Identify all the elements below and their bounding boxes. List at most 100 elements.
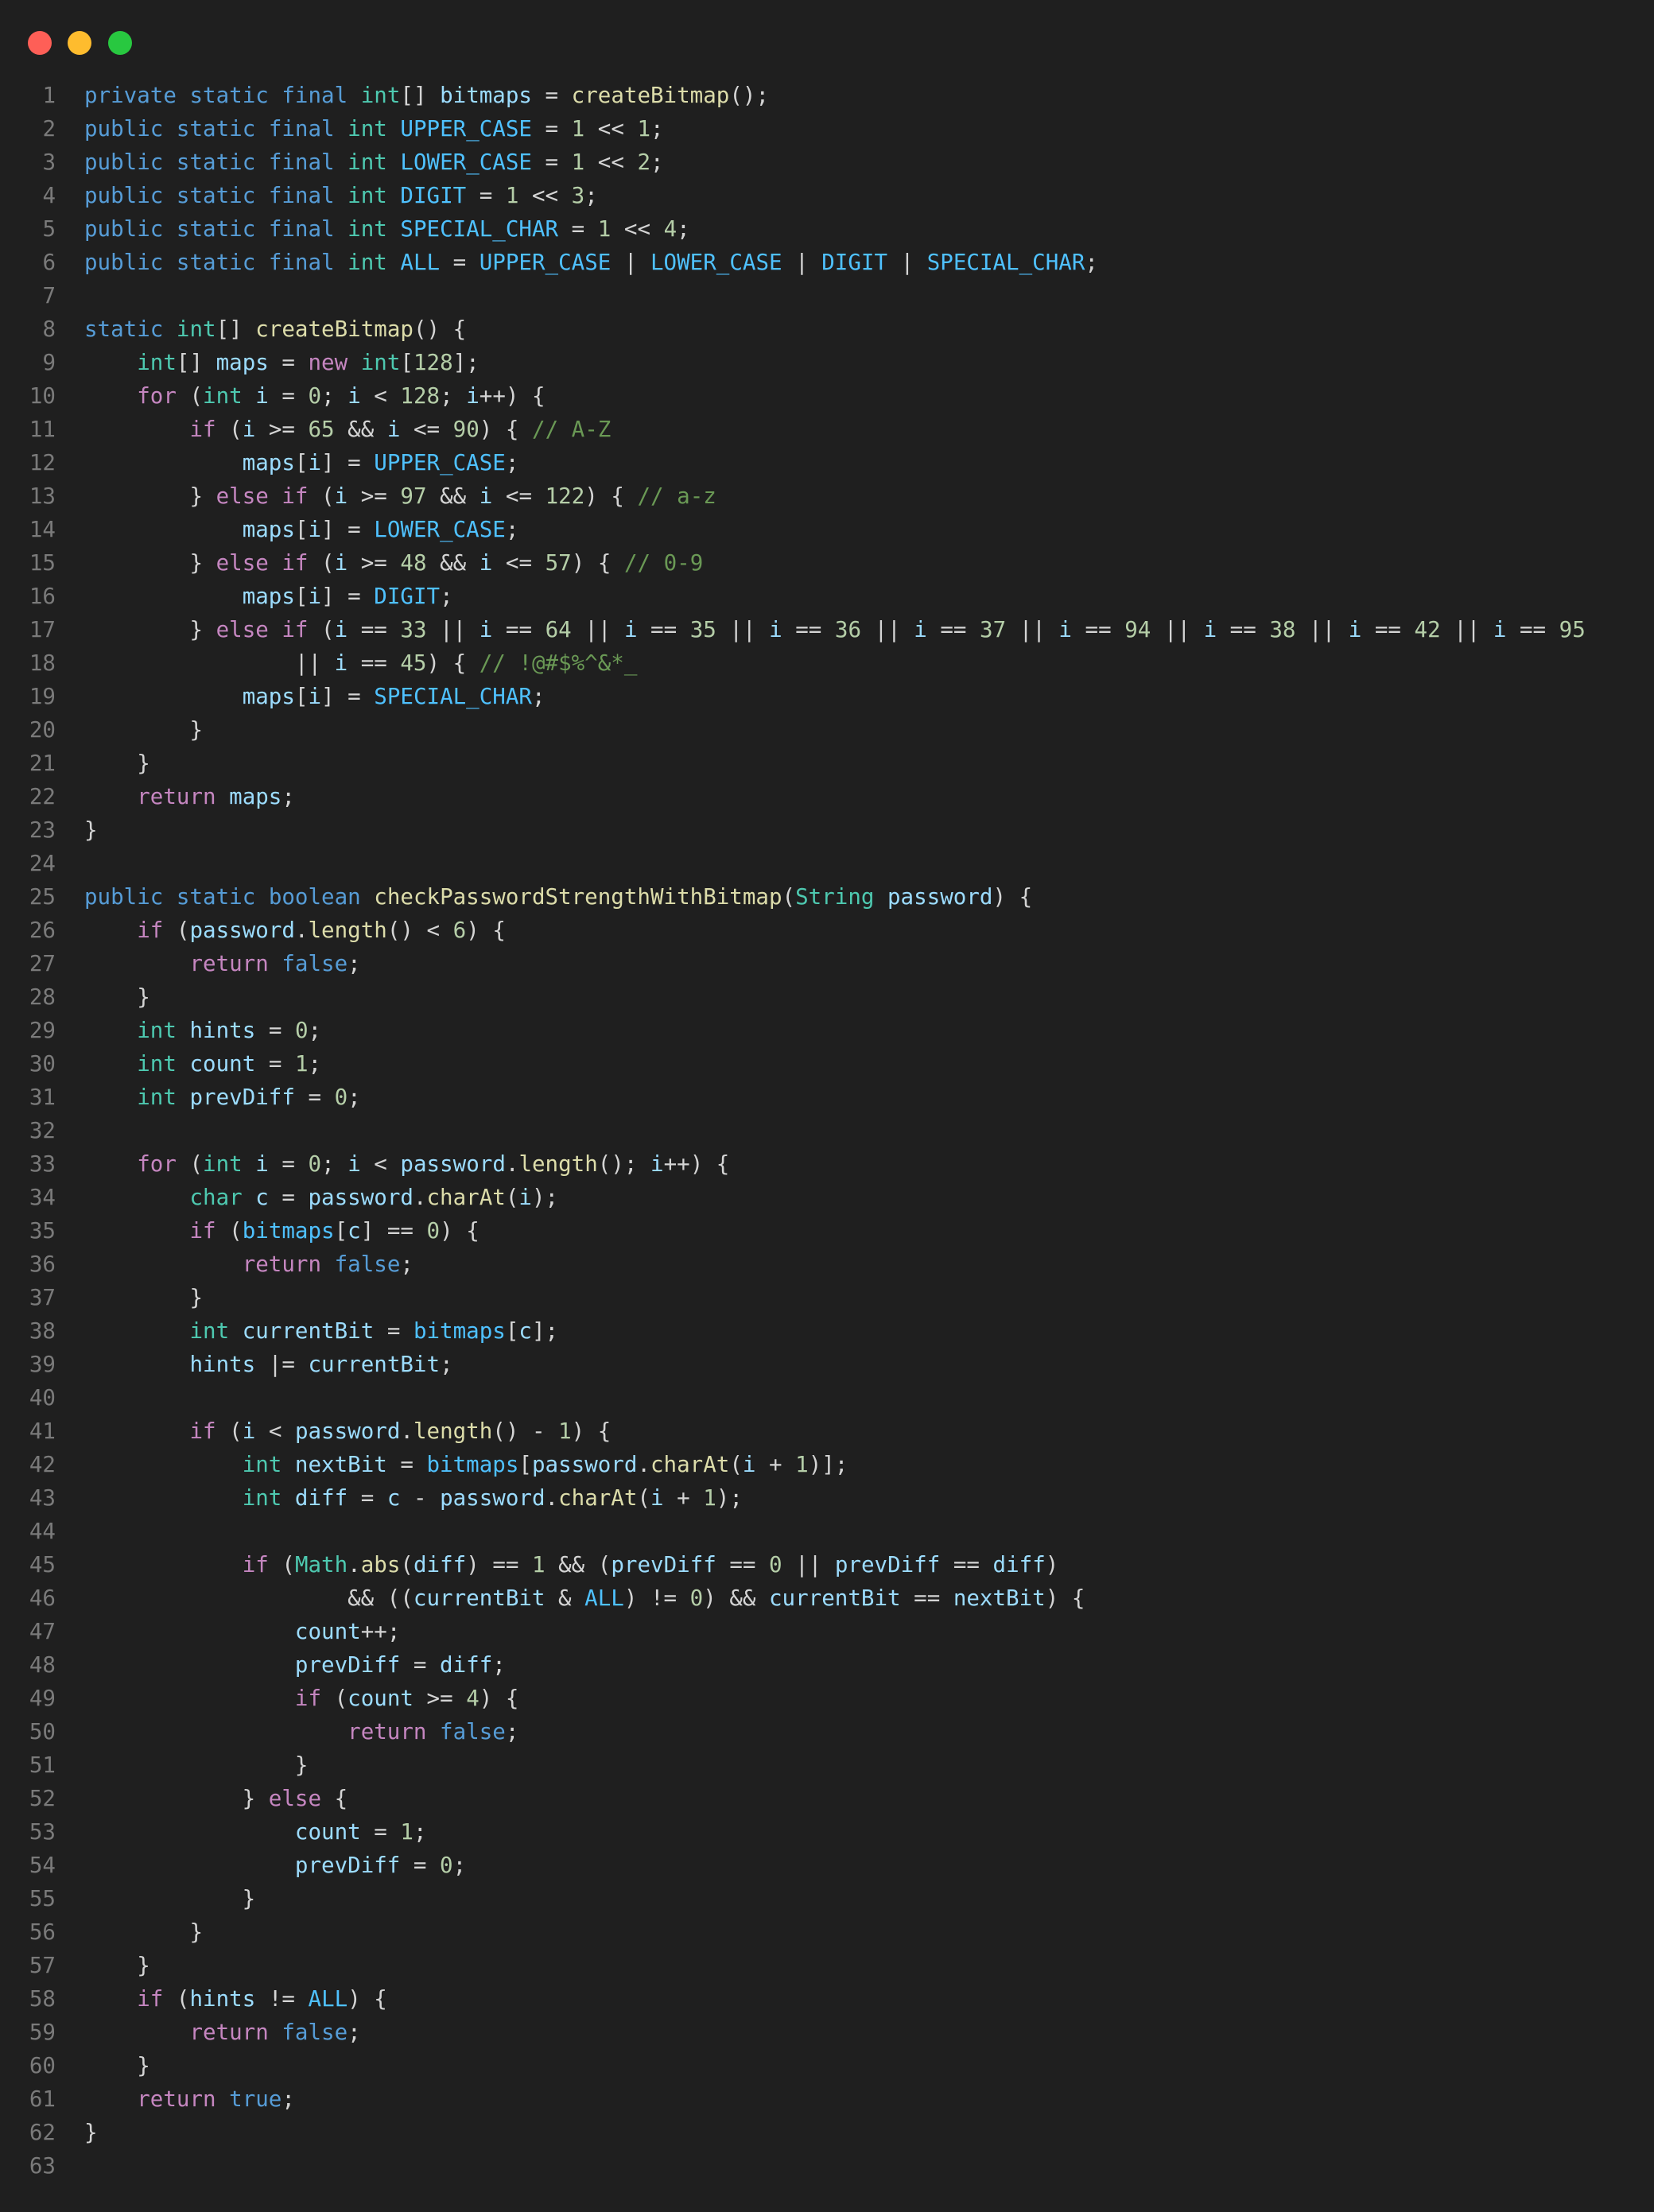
code-token: int <box>347 183 387 208</box>
code-token: i <box>479 483 493 509</box>
line-number: 4 <box>42 183 56 208</box>
code-token: SPECIAL_CHAR <box>400 216 559 242</box>
code-token: 1 <box>703 1485 716 1511</box>
code-token: return <box>189 2020 269 2045</box>
code-token: LOWER_CASE <box>374 517 506 542</box>
code-token: false <box>281 951 348 976</box>
line-source: count = 1; <box>84 1815 427 1849</box>
code-token: 1 <box>597 216 612 242</box>
code-token: maps <box>242 684 295 709</box>
code-token: int <box>347 149 387 175</box>
code-token: ) { <box>426 650 480 676</box>
line-source: if (count >= 4) { <box>84 1682 519 1715</box>
code-token: private <box>84 83 177 108</box>
code-token: ) { <box>479 417 533 442</box>
code-token: i <box>623 617 638 642</box>
code-line: 21 } <box>0 747 1654 780</box>
code-token: ] = <box>321 450 375 475</box>
code-token: c <box>255 1185 269 1210</box>
code-token: [] <box>176 350 216 375</box>
code-token: == <box>347 650 401 676</box>
code-line: 30 int count = 1; <box>0 1047 1654 1081</box>
code-token: i <box>466 383 480 409</box>
code-token: = <box>558 216 598 242</box>
line-source: } <box>84 1882 256 1915</box>
code-token: = <box>255 1051 295 1077</box>
code-token: ; <box>650 116 664 142</box>
code-token: else <box>215 483 269 509</box>
code-token: SPECIAL_CHAR <box>926 250 1085 275</box>
minimize-window-icon[interactable] <box>68 31 91 55</box>
code-token: SPECIAL_CHAR <box>374 684 532 709</box>
code-token: 0 <box>440 1853 453 1878</box>
code-token: bitmaps <box>242 1218 335 1244</box>
code-token: ] = <box>321 584 375 609</box>
code-token: 122 <box>545 483 585 509</box>
code-token: static <box>176 250 256 275</box>
code-token: i <box>308 450 322 475</box>
code-token: ; <box>531 684 546 709</box>
line-source: int hints = 0; <box>84 1014 321 1047</box>
code-token: ] == <box>360 1218 427 1244</box>
code-token: prevDiff <box>611 1552 716 1578</box>
code-token: ; <box>281 784 295 809</box>
code-token: 1 <box>400 1819 414 1845</box>
code-token: 1 <box>532 1552 546 1578</box>
code-token: < <box>360 1151 401 1177</box>
line-number: 14 <box>29 517 56 542</box>
line-source: } <box>84 1949 150 1982</box>
code-token: [ <box>400 350 414 375</box>
line-number: 52 <box>29 1786 56 1811</box>
code-token: ; <box>308 1018 322 1043</box>
line-source: if (bitmaps[c] == 0) { <box>84 1214 479 1248</box>
code-token: 0 <box>769 1552 782 1578</box>
code-token: 94 <box>1124 617 1151 642</box>
code-token: && (( <box>84 1585 414 1611</box>
code-token: ( <box>308 550 335 576</box>
code-token: } <box>84 550 216 576</box>
code-line: 58 if (hints != ALL) { <box>0 1982 1654 2016</box>
code-token: DIGIT <box>374 584 441 609</box>
code-token: |= <box>255 1352 309 1377</box>
code-token: ( <box>782 884 796 910</box>
code-token: } <box>84 1786 269 1811</box>
code-token: prevDiff <box>294 1853 401 1878</box>
code-token: ); <box>716 1485 743 1511</box>
line-number: 49 <box>29 1686 56 1711</box>
line-number: 56 <box>29 1919 56 1945</box>
code-token: ( <box>176 1151 204 1177</box>
code-token: 0 <box>426 1218 441 1244</box>
code-token: 36 <box>834 617 862 642</box>
code-token: } <box>84 1285 204 1310</box>
code-token: abs <box>360 1552 401 1578</box>
line-source: static int[] createBitmap() { <box>84 312 466 346</box>
code-token: int <box>203 1151 243 1177</box>
code-token: } <box>84 751 150 776</box>
code-token: i <box>1493 617 1507 642</box>
code-token: ; <box>505 1719 519 1744</box>
close-window-icon[interactable] <box>28 31 52 55</box>
code-token: ( <box>637 1485 650 1511</box>
code-token: if <box>137 1986 164 2012</box>
code-token: count <box>294 1819 361 1845</box>
code-line: 48 prevDiff = diff; <box>0 1648 1654 1682</box>
line-number: 55 <box>29 1886 56 1911</box>
code-token: ) { <box>1045 1585 1085 1611</box>
code-token: } <box>84 1953 150 1978</box>
maximize-window-icon[interactable] <box>108 31 132 55</box>
code-token: currentBit <box>769 1585 901 1611</box>
code-editor[interactable]: 1 private static final int[] bitmaps = cr… <box>0 79 1654 2183</box>
code-token: < <box>255 1418 295 1444</box>
code-token: password <box>531 1452 638 1477</box>
